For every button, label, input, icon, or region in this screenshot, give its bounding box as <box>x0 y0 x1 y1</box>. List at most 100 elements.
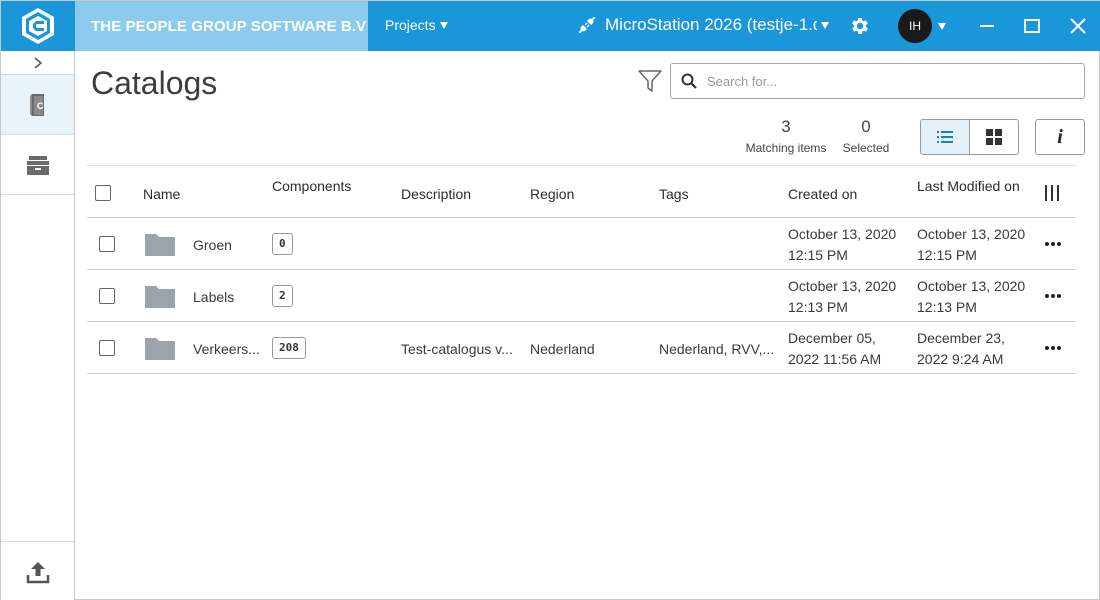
column-header-created[interactable]: Created on <box>788 186 857 202</box>
modified-date: October 13, 2020 <box>917 226 1026 242</box>
selected-label: Selected <box>842 141 890 155</box>
maximize-icon[interactable] <box>1017 11 1047 41</box>
chevron-down-icon <box>821 21 829 29</box>
row-region: Nederland <box>530 341 595 357</box>
chevron-right-icon <box>34 56 42 69</box>
chevron-down-icon[interactable] <box>938 23 946 30</box>
row-more-actions[interactable] <box>1044 235 1062 253</box>
created-date: October 13, 2020 <box>788 226 897 242</box>
column-header-name[interactable]: Name <box>143 186 180 202</box>
row-description: Test-catalogus v... <box>401 341 513 357</box>
matching-items-count: 3 <box>781 117 791 136</box>
info-icon: i <box>1057 125 1063 148</box>
sidebar-item-catalogs[interactable]: C <box>1 75 74 135</box>
row-more-actions[interactable] <box>1044 339 1062 357</box>
projects-label: Projects <box>385 17 436 33</box>
app-logo-icon <box>22 8 54 44</box>
page-title: Catalogs <box>91 65 218 101</box>
upload-button[interactable] <box>1 541 74 600</box>
top-bar: THE PEOPLE GROUP SOFTWARE B.V Projects M… <box>1 1 1100 51</box>
list-view-button[interactable] <box>921 120 970 154</box>
avatar-initials: IH <box>909 19 921 33</box>
search-input[interactable] <box>707 73 1067 89</box>
column-header-description[interactable]: Description <box>401 186 471 202</box>
connection-selector[interactable]: MicroStation 2026 (testje-1.dgn) <box>577 15 829 35</box>
column-header-modified[interactable]: Last Modified on <box>917 178 1020 194</box>
row-modified-on: December 23, 2022 9:24 AM <box>917 328 1005 370</box>
table-row[interactable]: Verkeers... 208 Test-catalogus v... Nede… <box>87 322 1076 374</box>
catalog-book-icon: C <box>29 93 44 116</box>
catalogs-table: Name Components Description Region Tags … <box>87 165 1076 374</box>
folder-icon <box>145 286 175 308</box>
row-name[interactable]: Groen <box>193 237 232 253</box>
modified-date: December 23, <box>917 330 1005 346</box>
modified-time: 12:13 PM <box>917 299 977 315</box>
organization-selector[interactable]: THE PEOPLE GROUP SOFTWARE B.V <box>75 1 368 51</box>
row-created-on: October 13, 2020 12:15 PM <box>788 224 896 266</box>
more-horizontal-icon <box>1045 242 1061 246</box>
created-time: 12:13 PM <box>788 299 848 315</box>
more-horizontal-icon <box>1045 294 1061 298</box>
upload-icon <box>26 561 49 583</box>
projects-menu[interactable]: Projects <box>385 17 448 33</box>
table-row[interactable]: Groen 0 October 13, 2020 12:15 PM Octobe… <box>87 218 1076 270</box>
components-count-badge: 0 <box>272 233 293 255</box>
app-window: THE PEOPLE GROUP SOFTWARE B.V Projects M… <box>0 0 1100 600</box>
organization-name: THE PEOPLE GROUP SOFTWARE B.V <box>91 17 367 35</box>
matching-items-label: Matching items <box>745 141 827 155</box>
row-created-on: October 13, 2020 12:13 PM <box>788 276 896 318</box>
column-header-components[interactable]: Components <box>272 178 351 194</box>
matching-items-stat: 3 Matching items <box>742 117 830 155</box>
row-checkbox[interactable] <box>99 236 115 252</box>
row-modified-on: October 13, 2020 12:15 PM <box>917 224 1025 266</box>
selected-count: 0 <box>861 117 871 136</box>
grid-view-icon <box>985 129 1002 145</box>
archive-box-icon <box>26 155 49 175</box>
sidebar-item-storage[interactable] <box>1 135 74 195</box>
created-time: 2022 11:56 AM <box>788 351 882 367</box>
modified-time: 12:15 PM <box>917 247 977 263</box>
row-name[interactable]: Labels <box>193 289 234 305</box>
filter-icon[interactable] <box>637 68 663 94</box>
chevron-down-icon <box>439 21 448 29</box>
more-horizontal-icon <box>1045 346 1061 350</box>
search-box[interactable] <box>670 63 1085 99</box>
components-count-badge: 2 <box>272 285 293 307</box>
selected-stat: 0 Selected <box>839 117 893 155</box>
grid-view-button[interactable] <box>970 120 1019 154</box>
modified-date: October 13, 2020 <box>917 278 1026 294</box>
created-date: October 13, 2020 <box>788 278 897 294</box>
svg-text:C: C <box>37 101 44 111</box>
gear-icon[interactable] <box>849 15 871 37</box>
row-modified-on: October 13, 2020 12:13 PM <box>917 276 1025 318</box>
row-checkbox[interactable] <box>99 340 115 356</box>
view-mode-toggle <box>920 119 1019 155</box>
row-tags: Nederland, RVV,... <box>659 341 775 357</box>
row-name[interactable]: Verkeers... <box>193 341 260 357</box>
row-created-on: December 05, 2022 11:56 AM <box>788 328 881 370</box>
minimize-icon[interactable] <box>972 11 1002 41</box>
column-header-region[interactable]: Region <box>530 186 574 202</box>
search-icon <box>681 73 697 89</box>
close-icon[interactable] <box>1063 11 1093 41</box>
created-time: 12:15 PM <box>788 247 848 263</box>
folder-icon <box>145 234 175 256</box>
modified-time: 2022 9:24 AM <box>917 351 1004 367</box>
info-button[interactable]: i <box>1035 119 1085 155</box>
list-view-icon <box>936 131 953 143</box>
table-header: Name Components Description Region Tags … <box>87 165 1076 218</box>
avatar[interactable]: IH <box>898 9 932 43</box>
folder-icon <box>145 338 175 360</box>
plug-connection-icon <box>579 17 595 33</box>
select-all-checkbox[interactable] <box>95 185 111 201</box>
sidebar-expand-toggle[interactable] <box>1 51 74 75</box>
table-row[interactable]: Labels 2 October 13, 2020 12:13 PM Octob… <box>87 270 1076 322</box>
column-header-tags[interactable]: Tags <box>659 186 689 202</box>
column-chooser-icon[interactable] <box>1043 184 1061 202</box>
row-more-actions[interactable] <box>1044 287 1062 305</box>
components-count-badge: 208 <box>272 337 306 359</box>
connection-title: MicroStation 2026 (testje-1.dgn) <box>605 15 817 34</box>
row-checkbox[interactable] <box>99 288 115 304</box>
sidebar: C <box>1 51 75 600</box>
app-logo[interactable] <box>1 1 75 51</box>
